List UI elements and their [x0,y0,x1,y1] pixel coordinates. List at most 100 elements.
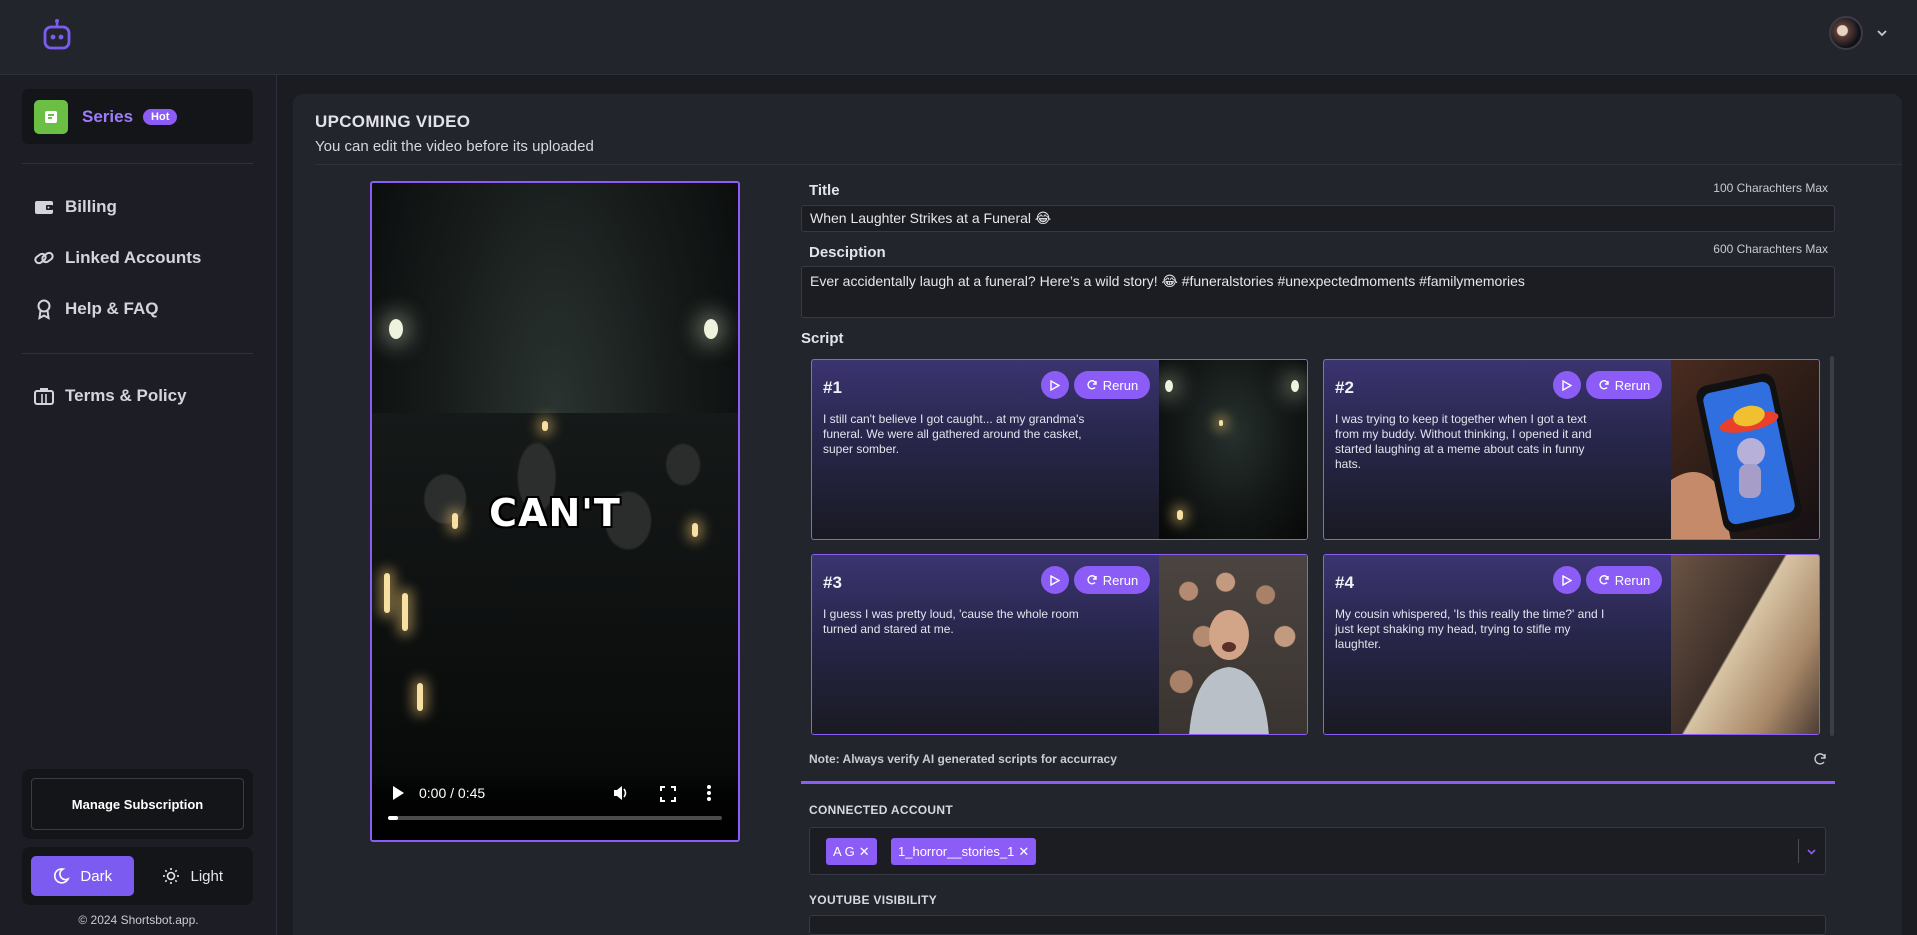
wallet-icon [35,201,53,214]
script-scene-4[interactable]: #4 My cousin whispered, 'Is this really … [1323,554,1820,735]
chevron-down-icon[interactable] [1806,846,1817,857]
top-bar [0,0,1917,75]
crowd-image [1189,610,1269,734]
scene-number: #2 [1335,378,1354,397]
scene-thumbnail [1159,360,1307,539]
scene-rerun-button[interactable]: Rerun [1074,566,1150,594]
script-scene-1[interactable]: #1 I still can't believe I got caught...… [811,359,1308,540]
sidebar-item-label: Billing [65,197,117,216]
sconce-light [1165,380,1173,392]
sidebar-item-label: Linked Accounts [65,248,202,267]
more-options-icon[interactable] [706,784,712,802]
script-scene-3[interactable]: #3 I guess I was pretty loud, 'cause the… [811,554,1308,735]
candle [384,573,390,613]
account-chip: 1_horror__stories_1 ✕ [891,838,1037,865]
scene-rerun-button[interactable]: Rerun [1586,566,1662,594]
theme-toggle: Dark Light [22,847,253,905]
scene-play-button[interactable] [1553,371,1581,399]
divider [801,781,1835,784]
avatar[interactable] [1829,16,1863,50]
manage-subscription-button[interactable]: Manage Subscription [31,778,244,830]
title-max-chars: 100 Charachters Max [1713,181,1828,195]
scene-thumbnail [1671,555,1819,734]
user-menu[interactable] [1829,16,1889,50]
sidebar-item-label: Terms & Policy [65,386,187,405]
scene-text[interactable]: My cousin whispered, 'Is this really the… [1335,607,1605,652]
phone-meme-image [1671,373,1802,539]
play-icon [1562,574,1572,586]
sconce-light [704,319,718,339]
candle [1177,510,1183,520]
scene-play-button[interactable] [1041,566,1069,594]
title-input[interactable]: When Laughter Strikes at a Funeral 😂 [801,205,1835,232]
divider [315,164,1902,165]
refresh-icon [1599,575,1609,585]
title-label: Title [809,182,840,199]
scene-text[interactable]: I still can't believe I got caught... at… [823,412,1093,457]
description-textarea[interactable]: Ever accidentally laugh at a funeral? He… [801,266,1835,318]
series-icon [34,99,68,134]
award-icon [37,299,51,320]
page-title: UPCOMING VIDEO [315,112,471,131]
sidebar-item-terms[interactable]: Terms & Policy [33,385,187,407]
light-theme-button[interactable]: Light [142,856,245,896]
video-time: 0:00 / 0:45 [419,785,486,801]
chevron-down-icon[interactable] [1875,26,1889,40]
manage-subscription-panel: Manage Subscription [22,769,253,839]
video-progress-fill [388,816,399,820]
video-progress-bar[interactable] [388,816,722,820]
connected-account-label: CONNECTED ACCOUNT [809,803,953,817]
light-theme-label: Light [190,867,224,885]
play-icon [1562,379,1572,391]
sidebar-item-series[interactable]: Series Hot [22,89,253,144]
youtube-visibility-label: YOUTUBE VISIBILITY [809,893,938,907]
scene-play-button[interactable] [1553,566,1581,594]
script-scrollbar[interactable] [1830,356,1834,736]
scene-text[interactable]: I guess I was pretty loud, 'cause the wh… [823,607,1093,637]
video-caption: CAN'T [489,491,621,535]
divider [22,163,253,164]
select-separator [1798,839,1799,863]
candle [402,593,408,631]
script-scene-2[interactable]: #2 I was trying to keep it together when… [1323,359,1820,540]
candle [1219,420,1223,426]
rerun-label: Rerun [1614,377,1651,393]
scene-number: #3 [823,573,842,592]
sidebar-item-label: Help & FAQ [65,299,159,318]
chip-label: 1_horror__stories_1 [898,844,1015,859]
remove-chip-icon[interactable]: ✕ [1018,844,1029,860]
play-icon [1050,574,1060,586]
play-icon[interactable] [392,786,404,800]
video-player[interactable]: CAN'T 0:00 / 0:45 [370,181,740,842]
sidebar-item-billing[interactable]: Billing [33,196,117,218]
divider [22,353,253,354]
scene-thumbnail [1671,360,1819,539]
volume-icon[interactable] [612,784,630,802]
script-label: Script [801,330,844,347]
youtube-visibility-select[interactable] [809,915,1826,935]
robot-logo-icon[interactable] [40,18,74,52]
hot-badge: Hot [143,108,178,125]
sidebar: Series Hot Billing Linked Accounts Help … [0,75,277,935]
dark-theme-label: Dark [80,867,113,885]
page-subtitle: You can edit the video before its upload… [315,138,594,155]
video-controls: 0:00 / 0:45 [372,770,738,840]
fullscreen-icon[interactable] [660,786,676,802]
refresh-icon[interactable] [1813,752,1827,766]
refresh-icon [1087,380,1097,390]
link-icon [34,251,54,265]
briefcase-icon [34,388,54,405]
sidebar-item-linked-accounts[interactable]: Linked Accounts [33,247,201,269]
scene-rerun-button[interactable]: Rerun [1586,371,1662,399]
sun-icon [163,868,180,884]
connected-account-select[interactable]: A G ✕ 1_horror__stories_1 ✕ [809,827,1826,875]
scene-play-button[interactable] [1041,371,1069,399]
candle [417,683,423,711]
sconce-light [389,319,403,339]
scene-rerun-button[interactable]: Rerun [1074,371,1150,399]
scene-text[interactable]: I was trying to keep it together when I … [1335,412,1605,472]
sidebar-item-help[interactable]: Help & FAQ [33,298,159,320]
remove-chip-icon[interactable]: ✕ [859,844,870,860]
dark-theme-button[interactable]: Dark [31,856,134,896]
ai-note: Note: Always verify AI generated scripts… [809,752,1117,766]
